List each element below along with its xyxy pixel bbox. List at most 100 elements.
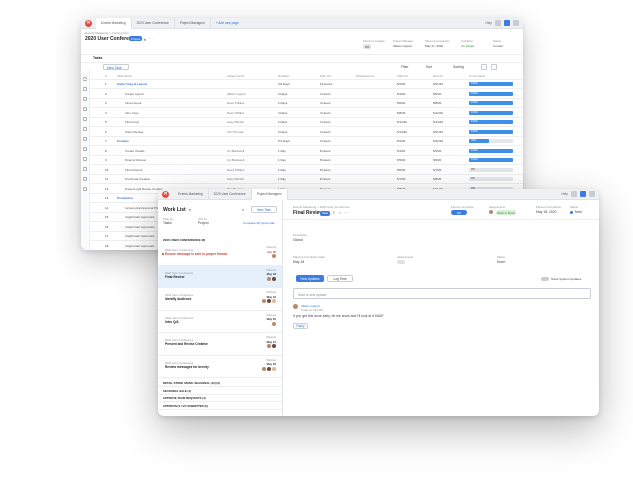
search-icon[interactable]: ⌕ bbox=[242, 207, 244, 212]
description-value[interactable]: Global bbox=[293, 238, 303, 242]
table-row[interactable] bbox=[90, 89, 523, 99]
work-list-item[interactable]: 2020 User Conference Final Review Planned M… bbox=[158, 265, 282, 288]
table-row[interactable] bbox=[90, 165, 523, 175]
tab-events-marketing[interactable]: Events Marketing bbox=[173, 189, 209, 200]
planned-date-value[interactable]: May 18 bbox=[293, 260, 304, 264]
group-header-user-conference[interactable]: 2020 USER CONFERENCE (8) bbox=[163, 238, 205, 242]
header-field-value[interactable]: Current bbox=[493, 44, 503, 48]
table-cell-name[interactable]: Production bbox=[117, 196, 133, 200]
table-cell-name[interactable]: Client Review bbox=[125, 130, 143, 134]
column-header[interactable]: Plan Hrs bbox=[320, 74, 332, 78]
table-cell-name[interactable]: Invite Copy & Layout bbox=[117, 82, 147, 86]
assignment-status-pill[interactable]: Work in Done bbox=[496, 210, 516, 215]
table-row[interactable] bbox=[90, 80, 523, 89]
rail-icon-3[interactable] bbox=[83, 97, 87, 101]
work-list-item[interactable]: 2020 User Conference Present and Revise C… bbox=[158, 333, 282, 356]
new-task-button[interactable]: New Task bbox=[251, 206, 277, 213]
duration-value[interactable]: None bbox=[497, 260, 505, 264]
log-time-tab[interactable]: Log Time bbox=[327, 275, 353, 282]
user-avatar-icon[interactable] bbox=[580, 191, 586, 197]
group-header[interactable]: SEASONAL SALE (4) bbox=[163, 389, 191, 393]
sorting-button[interactable]: Sorting bbox=[453, 65, 464, 69]
group-header[interactable]: RETAIL STORE SIGNS: SEASONAL (10) (9) bbox=[163, 381, 220, 385]
column-header[interactable]: # bbox=[105, 74, 107, 78]
work-list-item[interactable]: 2020 User Conference Review messages for … bbox=[158, 356, 282, 378]
table-cell-name[interactable]: Creative bbox=[117, 139, 129, 143]
star-icon[interactable]: ★ bbox=[143, 37, 147, 42]
settings-icon[interactable] bbox=[481, 64, 487, 70]
table-cell-name[interactable]: Intro Copy bbox=[125, 111, 139, 115]
user-avatar-icon[interactable] bbox=[504, 20, 510, 26]
more-icon[interactable]: ··· bbox=[344, 210, 348, 215]
filter-select[interactable]: Tasks bbox=[163, 221, 172, 225]
table-cell-name[interactable]: Insightmain Approvals bbox=[125, 225, 154, 229]
planned-completion-value[interactable]: May 18, 2020 bbox=[536, 210, 557, 214]
star-icon[interactable]: ☆ bbox=[338, 210, 342, 215]
column-header[interactable]: Due On bbox=[433, 74, 443, 78]
table-row[interactable] bbox=[90, 175, 523, 184]
notifications-icon[interactable] bbox=[495, 20, 501, 26]
table-cell-name[interactable]: Final Layout bbox=[125, 101, 141, 105]
table-cell-name[interactable]: Present and Revise Creative bbox=[125, 187, 163, 191]
tab-events-marketing[interactable]: Events Marketing bbox=[96, 18, 132, 29]
rail-icon-7[interactable] bbox=[83, 137, 87, 141]
table-cell-name[interactable]: Create Layout bbox=[125, 92, 144, 96]
rail-icon-6[interactable] bbox=[83, 127, 87, 131]
header-field-value[interactable]: 0% bbox=[363, 44, 372, 49]
rail-icon-5[interactable] bbox=[83, 117, 87, 121]
table-cell-name[interactable]: Insightmain Approvals bbox=[125, 215, 154, 219]
apps-grid-icon[interactable] bbox=[589, 191, 595, 197]
table-cell-name[interactable]: Proofread Creative bbox=[125, 177, 150, 181]
app-logo-icon[interactable]: ✕ bbox=[85, 19, 92, 27]
table-row[interactable] bbox=[90, 118, 523, 127]
breadcrumb[interactable]: Events Marketing > 2020 User Conference bbox=[293, 205, 350, 209]
work-list-item[interactable]: 2020 User Conference Identify Audience Pla… bbox=[158, 288, 282, 311]
rail-icon-11[interactable] bbox=[83, 177, 87, 181]
rail-icon-9[interactable] bbox=[83, 157, 87, 161]
column-header[interactable]: Predecessors bbox=[356, 74, 374, 78]
header-field-value[interactable]: On Target bbox=[461, 44, 474, 48]
table-row[interactable] bbox=[90, 108, 523, 118]
complete-approvals-link[interactable]: Complete My Approvals bbox=[243, 221, 275, 225]
table-row[interactable] bbox=[90, 127, 523, 137]
tab-user-conference[interactable]: 2020 User Conference bbox=[209, 189, 252, 200]
notifications-icon[interactable] bbox=[571, 191, 577, 197]
tab-tasks[interactable]: Tasks bbox=[93, 56, 102, 60]
column-header[interactable]: Start On bbox=[397, 74, 408, 78]
expand-icon[interactable] bbox=[491, 64, 497, 70]
header-field-value[interactable]: May 27, 2020 bbox=[425, 44, 443, 48]
table-cell-name[interactable]: Incremental Approval Phase bbox=[125, 206, 163, 210]
table-cell-name[interactable]: Insightmain Approvals bbox=[125, 234, 154, 238]
update-input[interactable]: Start a new update bbox=[293, 288, 591, 299]
assignee-avatars[interactable] bbox=[489, 210, 493, 214]
add-page-link[interactable]: + Add new page bbox=[211, 18, 244, 29]
rail-icon-10[interactable] bbox=[83, 167, 87, 171]
table-row[interactable] bbox=[90, 156, 523, 165]
table-cell-name[interactable]: Final Artwork bbox=[125, 168, 142, 172]
group-header[interactable]: APPROVALS / VO SUBMITTED (5) bbox=[163, 404, 208, 408]
header-field-value[interactable]: Allison Lippert bbox=[393, 44, 412, 48]
help-link[interactable]: Help bbox=[485, 21, 492, 25]
share-icon[interactable]: ⇪ bbox=[332, 210, 335, 215]
column-header[interactable]: Assignments bbox=[227, 74, 244, 78]
work-list-item[interactable]: 2020 User Conference Intro Q/A Planned May … bbox=[158, 311, 282, 333]
system-updates-toggle[interactable] bbox=[541, 276, 549, 281]
table-row[interactable] bbox=[90, 99, 523, 108]
table-row[interactable] bbox=[90, 137, 523, 146]
apps-grid-icon[interactable] bbox=[513, 20, 519, 26]
reply-button[interactable]: Reply bbox=[293, 323, 308, 329]
tab-project-managers[interactable]: Project Managers bbox=[251, 189, 288, 200]
table-cell-name[interactable]: Insightmain Approvals bbox=[125, 244, 154, 248]
status-value[interactable]: New bbox=[575, 210, 582, 214]
breadcrumb[interactable]: Events Marketing > Conferences bbox=[85, 31, 129, 35]
assigned-chip[interactable] bbox=[397, 260, 405, 264]
percent-complete-pill[interactable]: 0% bbox=[451, 210, 467, 215]
table-row[interactable] bbox=[90, 146, 523, 156]
more-icon[interactable]: ··· bbox=[149, 36, 153, 41]
rail-icon-4[interactable] bbox=[83, 107, 87, 111]
column-header[interactable]: Duration bbox=[278, 74, 289, 78]
new-task-button[interactable]: New Task bbox=[103, 64, 129, 70]
work-list-item[interactable]: 2020 User Conference Ensure message is se… bbox=[158, 243, 282, 266]
sort-button[interactable]: Sort bbox=[426, 65, 432, 69]
table-cell-name[interactable]: Create Visuals bbox=[125, 149, 144, 153]
